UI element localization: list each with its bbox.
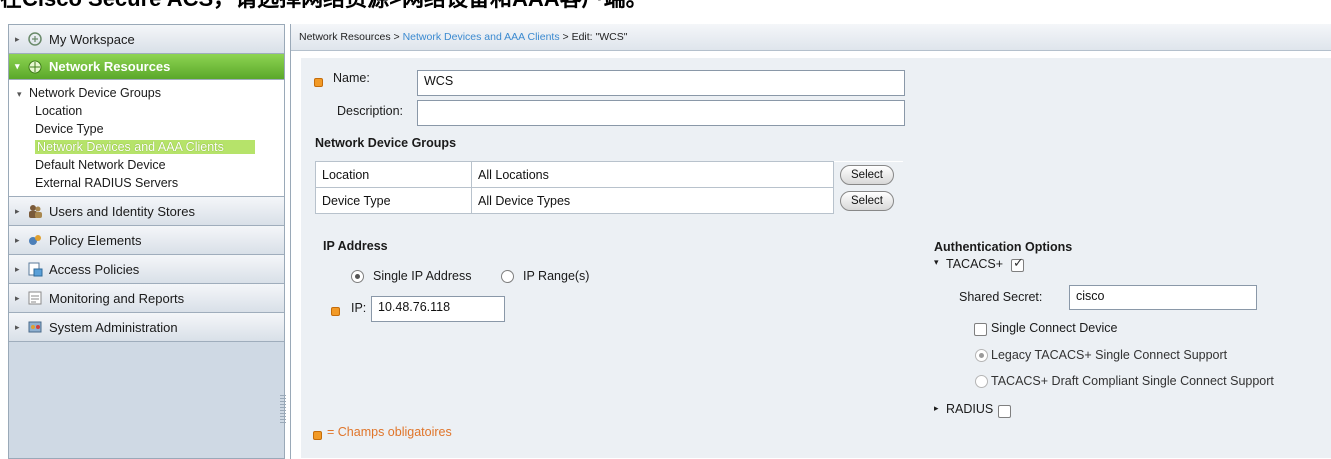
ip-label: IP: (351, 301, 367, 315)
workspace-icon (27, 31, 43, 47)
expand-arrow-icon[interactable]: ▸ (15, 206, 27, 217)
expand-arrow-icon[interactable]: ▸ (15, 34, 27, 45)
name-input[interactable]: WCS (417, 70, 905, 96)
ndg-location-value: All Locations (471, 161, 834, 188)
sidebar-item-my-workspace[interactable]: ▸ My Workspace (9, 25, 284, 54)
single-ip-radio[interactable] (351, 270, 364, 283)
ndg-location-label: Location (315, 161, 472, 188)
radius-checkbox[interactable] (998, 405, 1011, 418)
legacy-tacacs-label: Legacy TACACS+ Single Connect Support (991, 348, 1228, 362)
breadcrumb: Network Resources > Network Devices and … (291, 24, 1331, 51)
required-fields-note: = Champs obligatoires (327, 425, 452, 439)
tree-node-network-devices-selected[interactable]: Network Devices and AAA Clients (9, 138, 284, 156)
collapse-arrow-icon[interactable]: ▾ (17, 89, 22, 99)
users-icon (27, 203, 43, 219)
sidebar-item-access-policies[interactable]: ▸ Access Policies (9, 255, 284, 284)
tacacs-checkbox[interactable] (1011, 256, 1024, 272)
ndg-device-type-value: All Device Types (471, 187, 834, 214)
tree-node-external-radius-servers[interactable]: External RADIUS Servers (9, 174, 284, 192)
monitoring-icon (27, 290, 43, 306)
table-row: Device Type All Device Types Select (315, 187, 903, 214)
tree-node-default-network-device[interactable]: Default Network Device (9, 156, 284, 174)
sidebar-item-label: My Workspace (49, 31, 135, 47)
ip-range-radio[interactable] (501, 270, 514, 283)
sidebar-item-label: Network Resources (49, 59, 171, 74)
shared-secret-input[interactable]: cisco (1069, 285, 1257, 310)
ip-range-label: IP Range(s) (523, 269, 590, 283)
single-ip-label: Single IP Address (373, 269, 472, 283)
policy-elements-icon (27, 232, 43, 248)
table-row: Location All Locations Select (315, 161, 903, 188)
sidebar-item-label: Users and Identity Stores (49, 203, 195, 219)
radius-label: RADIUS (946, 402, 994, 416)
collapse-arrow-icon[interactable]: ▾ (15, 61, 27, 72)
expand-arrow-icon[interactable]: ▸ (15, 235, 27, 246)
legacy-tacacs-radio[interactable] (975, 349, 988, 362)
sidebar-item-label: Monitoring and Reports (49, 290, 185, 306)
tacacs-collapse-arrow-icon[interactable]: ▾ (934, 257, 939, 268)
ip-input[interactable]: 10.48.76.118 (371, 296, 505, 322)
expand-arrow-icon[interactable]: ▸ (15, 322, 27, 333)
single-connect-label: Single Connect Device (991, 321, 1118, 335)
sidebar-subtree: ▾ Network Device Groups Location Device … (9, 80, 284, 197)
sidebar-nav: ▸ My Workspace ▾ Network Resources ▾ Net… (8, 24, 286, 459)
description-input[interactable] (417, 100, 905, 126)
network-resources-icon (27, 59, 43, 75)
select-device-type-button[interactable]: Select (840, 190, 894, 211)
system-admin-icon (27, 319, 43, 335)
required-indicator-icon (331, 307, 340, 316)
tree-node-network-device-groups[interactable]: ▾ Network Device Groups (9, 84, 284, 102)
breadcrumb-root[interactable]: Network Resources > (299, 31, 400, 43)
name-label: Name: (333, 71, 370, 85)
sidebar-item-system-administration[interactable]: ▸ System Administration (9, 313, 284, 342)
radius-expand-arrow-icon[interactable]: ▸ (934, 403, 939, 414)
tree-node-location[interactable]: Location (9, 102, 284, 120)
draft-tacacs-radio[interactable] (975, 375, 988, 388)
sidebar-item-users-identity-stores[interactable]: ▸ Users and Identity Stores (9, 197, 284, 226)
single-connect-checkbox[interactable] (974, 323, 987, 336)
access-policies-icon (27, 261, 43, 277)
ndg-device-type-label: Device Type (315, 187, 472, 214)
page-caption: 在Cisco Secure ACS，请选择网络资源>网络设备和AAA客户端。 (0, 0, 1331, 10)
breadcrumb-current: > Edit: "WCS" (562, 31, 628, 43)
sidebar-item-label: Policy Elements (49, 232, 142, 248)
tree-node-device-type[interactable]: Device Type (9, 120, 284, 138)
required-indicator-icon (314, 78, 323, 87)
shared-secret-label: Shared Secret: (959, 290, 1043, 304)
sidebar-item-label: Access Policies (49, 261, 140, 277)
sidebar-item-network-resources[interactable]: ▾ Network Resources (9, 54, 284, 80)
breadcrumb-link-network-devices[interactable]: Network Devices and AAA Clients (403, 31, 560, 43)
draft-tacacs-label: TACACS+ Draft Compliant Single Connect S… (991, 374, 1274, 388)
expand-arrow-icon[interactable]: ▸ (15, 264, 27, 275)
required-indicator-icon (313, 431, 322, 440)
expand-arrow-icon[interactable]: ▸ (15, 293, 27, 304)
main-panel: Network Resources > Network Devices and … (290, 24, 1331, 459)
description-label: Description: (337, 104, 403, 118)
tacacs-label: TACACS+ (946, 257, 1004, 271)
edit-form: Name: WCS Description: Network Device Gr… (301, 58, 1331, 458)
ip-address-heading: IP Address (323, 239, 388, 253)
ndg-table: Location All Locations Select Device Typ… (315, 161, 903, 214)
auth-options-heading: Authentication Options (934, 240, 1073, 254)
sidebar-item-monitoring-reports[interactable]: ▸ Monitoring and Reports (9, 284, 284, 313)
sidebar-item-label: System Administration (49, 319, 178, 335)
select-location-button[interactable]: Select (840, 164, 894, 185)
sidebar-item-policy-elements[interactable]: ▸ Policy Elements (9, 226, 284, 255)
sidebar-resize-handle[interactable] (280, 395, 286, 425)
ndg-heading: Network Device Groups (315, 136, 457, 150)
